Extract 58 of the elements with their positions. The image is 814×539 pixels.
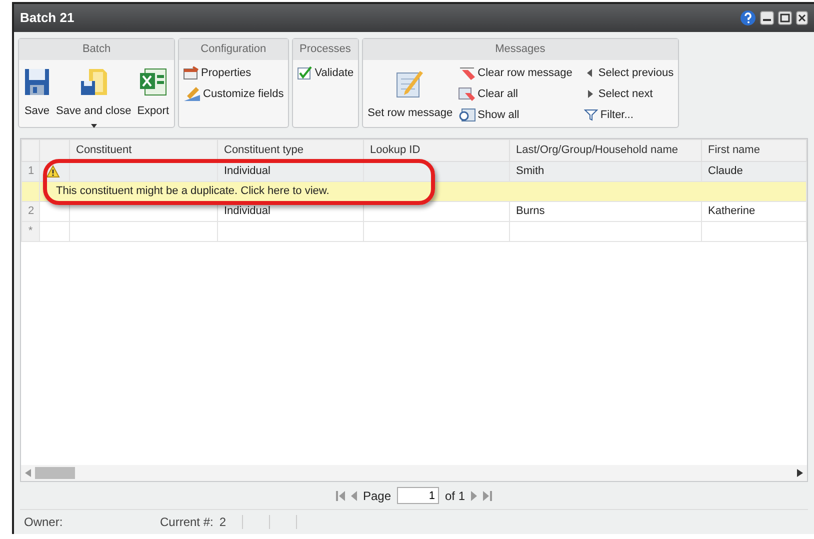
ribbon-button[interactable]: Customize fields [183,84,284,104]
spreadsheet-icon [139,66,168,96]
ribbon-button[interactable]: Export [136,62,170,128]
current-label: Current #: [160,514,214,531]
folder-floppy-icon [78,66,109,96]
help-icon[interactable] [740,10,756,26]
eraser-icon [458,66,476,80]
filter-icon [584,109,598,121]
scrollbar-thumb[interactable] [35,467,75,479]
page-field[interactable]: 1 [397,487,439,504]
table-cell: Katherine [702,202,806,222]
column-header: Last/Org/Group/Household name [510,140,702,162]
ribbon-button[interactable]: Clear row message [458,62,572,84]
ribbon-button[interactable]: Set row message [366,62,454,135]
page-label: Page [362,488,391,504]
scroll-left-icon[interactable] [25,469,31,477]
table-cell: Claude [702,162,806,182]
column-header: Constituent [70,140,218,162]
new-row-marker: * [22,222,40,242]
next-page-icon[interactable] [471,490,478,500]
group-title: Batch [19,39,174,60]
ribbon-button[interactable]: Filter... [584,104,674,126]
ribbon-button[interactable]: Save and close [55,62,132,128]
column-header: Constituent type [218,140,364,162]
owner-label: Owner: [24,514,64,531]
properties-icon [183,66,200,80]
eraser-grid-icon [458,87,476,101]
minimize-icon[interactable] [760,11,774,25]
maximize-icon[interactable] [778,11,792,25]
pencil-ruler-icon [183,86,202,102]
close-icon[interactable] [796,11,808,25]
scroll-right-icon[interactable] [797,469,803,477]
row-number: 1 [22,162,40,182]
last-page-icon[interactable] [483,490,492,500]
group-title: Messages [362,39,678,60]
row-header [22,140,40,162]
column-header: Lookup ID [364,140,510,162]
ribbon-button[interactable]: Show all [458,104,572,126]
ribbon-button[interactable]: Clear all [458,84,572,104]
ribbon-button[interactable]: Select previous [584,62,674,84]
table-cell: Burns [510,202,702,222]
ribbon-button[interactable]: Select next [584,84,674,104]
current-value: 2 [219,514,226,531]
save-icon [24,66,50,96]
magnifier-list-icon [458,108,476,122]
ribbon-button[interactable]: Save [23,62,51,128]
group-title: Processes [292,39,358,60]
first-page-icon[interactable] [336,490,345,500]
group-title: Configuration [179,39,288,60]
window-title: Batch 21 [20,9,74,28]
previous-page-icon[interactable] [350,490,357,500]
page-count: of 1 [445,488,466,504]
ribbon-button[interactable]: Validate [296,62,354,84]
ribbon-button[interactable]: Properties [183,62,284,84]
column-header: First name [702,140,806,162]
table-cell: Smith [510,162,702,182]
row-number: 2 [22,202,40,222]
checkbox-icon [296,66,313,80]
